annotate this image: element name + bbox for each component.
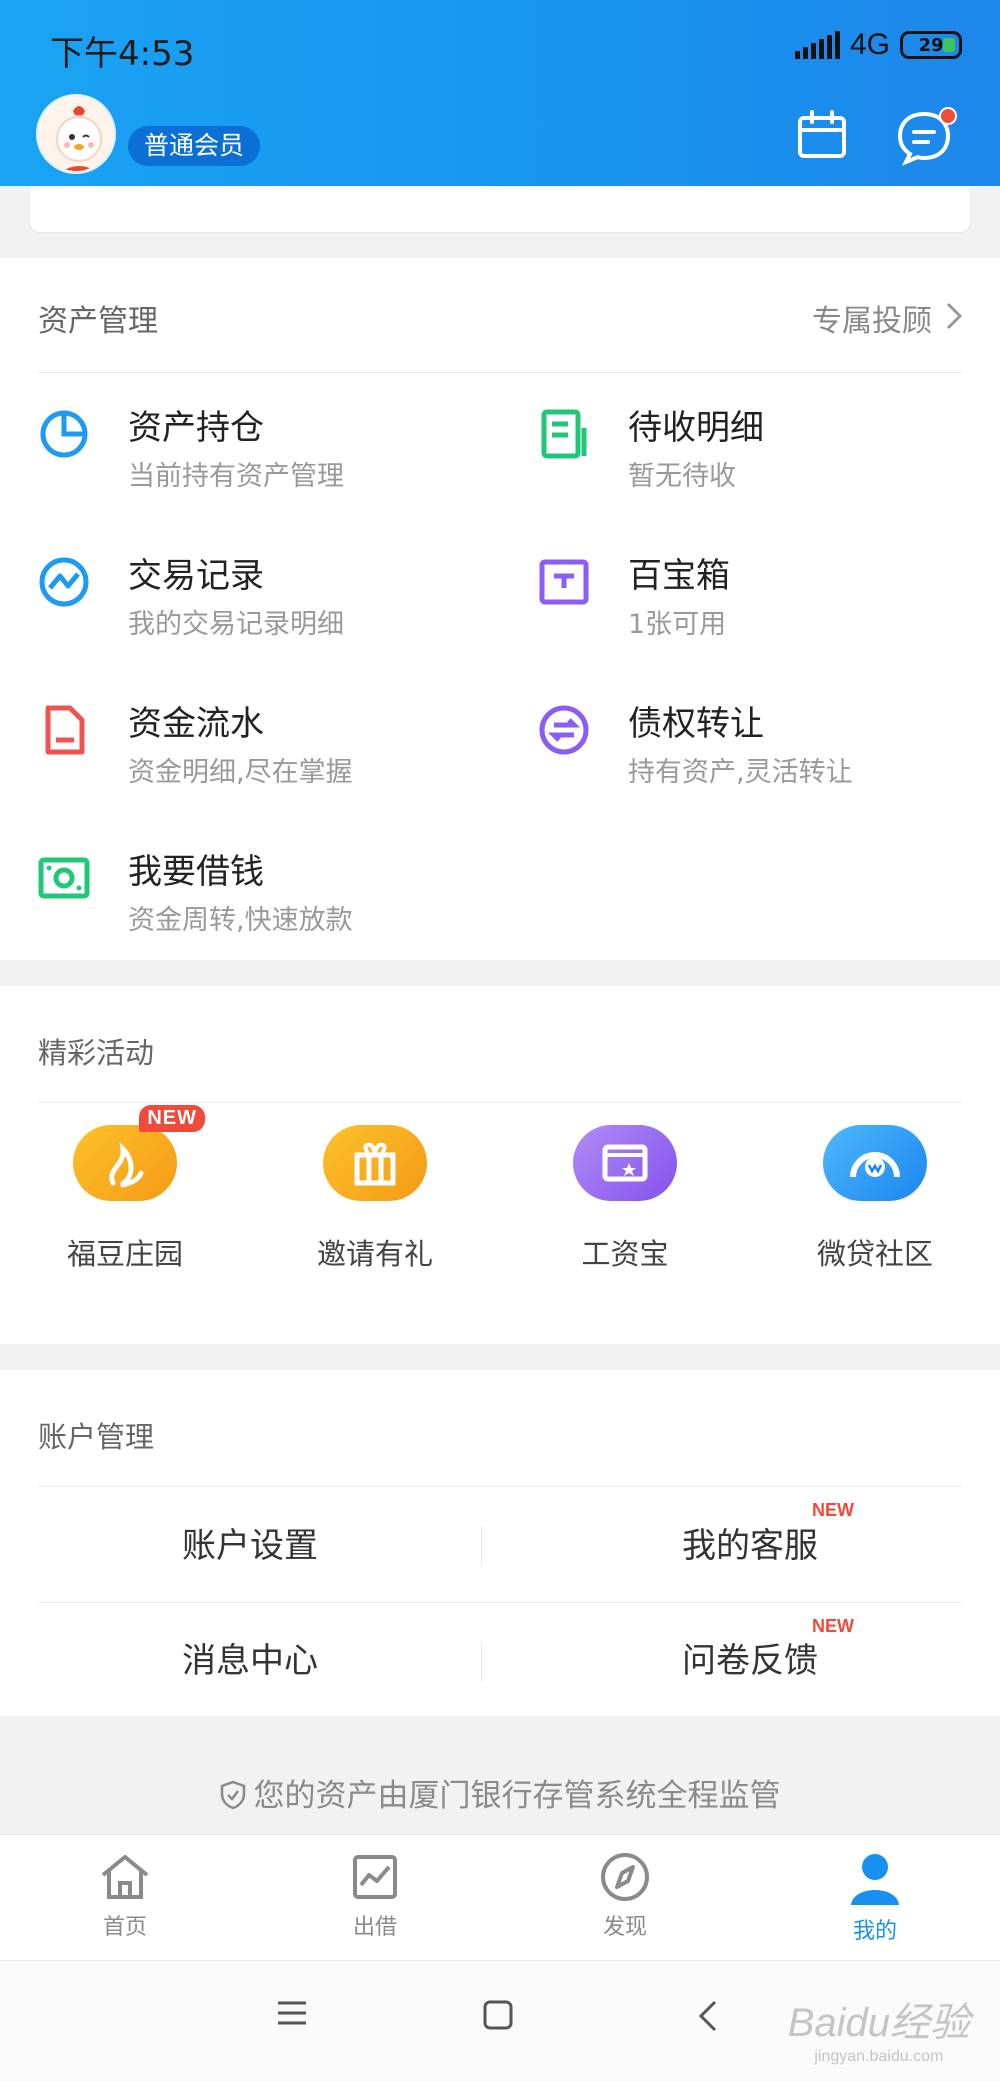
divider (481, 1526, 482, 1566)
asset-item-title: 我要借钱 (128, 852, 264, 892)
tab-invest[interactable]: 出借 (250, 1835, 500, 1961)
member-level-badge[interactable]: 普通会员 (128, 126, 261, 166)
file-icon (38, 704, 90, 756)
status-time: 下午4:53 (50, 34, 195, 74)
compass-icon (601, 1853, 649, 1901)
salary-card-icon (573, 1125, 677, 1201)
asset-item-subtitle: 我的交易记录明细 (128, 609, 344, 640)
summary-card-peek (30, 186, 970, 232)
tab-label: 出借 (352, 1915, 397, 1940)
asset-item-subtitle: 暂无待收 (628, 461, 736, 492)
asset-item-transactions[interactable]: 交易记录 我的交易记录明细 (38, 548, 498, 678)
new-badge: NEW (812, 1616, 854, 1636)
message-center[interactable]: 消息中心 (0, 1603, 500, 1719)
divider (38, 372, 962, 373)
asset-item-subtitle: 持有资产,灵活转让 (628, 757, 853, 788)
asset-item-debt-transfer[interactable]: 债权转让 持有资产,灵活转让 (538, 696, 998, 826)
account-cell-label: 我的客服 (682, 1526, 818, 1566)
watermark-logo: Baidu经验 jingyan.baidu.com (787, 2001, 970, 2065)
chevron-right-icon (946, 302, 963, 334)
transfer-arrows-icon (538, 704, 590, 756)
divider (38, 1102, 962, 1103)
home-icon (101, 1855, 149, 1899)
bean-farm-icon: NEW (73, 1105, 205, 1201)
asset-item-title: 交易记录 (128, 556, 264, 596)
asset-item-title: 资产持仓 (128, 408, 264, 448)
cash-icon (38, 852, 90, 904)
new-badge: NEW (812, 1500, 854, 1520)
divider (481, 1642, 482, 1682)
section-title-account: 账户管理 (38, 1420, 155, 1454)
tab-mine[interactable]: 我的 (750, 1835, 1000, 1961)
bottom-tab-bar: 首页 出借 发现 我的 (0, 1834, 1000, 1960)
asset-item-receivables[interactable]: 待收明细 暂无待收 (538, 400, 998, 530)
home-button-icon[interactable] (482, 1999, 514, 2035)
tab-home[interactable]: 首页 (0, 1835, 250, 1961)
asset-item-subtitle: 资金周转,快速放款 (128, 905, 353, 936)
section-title-activity: 精彩活动 (38, 1036, 155, 1070)
asset-item-holdings[interactable]: 资产持仓 当前持有资产管理 (38, 400, 498, 530)
avatar[interactable] (36, 94, 116, 174)
asset-item-subtitle: 资金明细,尽在掌握 (128, 757, 353, 788)
battery-level: 29 (918, 34, 944, 56)
asset-item-fund-flow[interactable]: 资金流水 资金明细,尽在掌握 (38, 696, 498, 826)
app-header: 下午4:53 4G 29 普通会员 (0, 0, 1000, 186)
activity-label: 邀请有礼 (316, 1237, 433, 1271)
asset-item-title: 债权转让 (628, 704, 764, 744)
shield-check-icon (220, 1780, 246, 1818)
activity-community[interactable]: 微贷社区 (775, 1125, 975, 1273)
new-badge: NEW (139, 1105, 205, 1132)
asset-item-title: 待收明细 (628, 408, 764, 448)
user-icon (851, 1854, 899, 1905)
pie-chart-icon (38, 408, 90, 460)
customer-service[interactable]: 我的客服 (500, 1488, 1000, 1604)
account-cell-label: 消息中心 (182, 1641, 318, 1681)
activity-label: 福豆庄园 (66, 1237, 183, 1271)
activity-label: 工资宝 (581, 1237, 669, 1271)
tab-label: 发现 (602, 1915, 647, 1940)
tab-label: 首页 (102, 1915, 147, 1940)
asset-item-subtitle: 1张可用 (628, 609, 727, 640)
document-list-icon (538, 408, 590, 460)
asset-item-title: 资金流水 (128, 704, 264, 744)
network-type: 4G (849, 28, 890, 61)
account-cell-label: 问卷反馈 (682, 1641, 818, 1681)
signal-icon (794, 31, 840, 59)
back-icon[interactable] (698, 1999, 718, 2037)
tab-label: 我的 (852, 1919, 897, 1944)
asset-item-subtitle: 当前持有资产管理 (128, 461, 344, 492)
tab-discover[interactable]: 发现 (500, 1835, 750, 1961)
account-cell-label: 账户设置 (182, 1526, 318, 1566)
status-indicators: 4G 29 (794, 28, 962, 62)
survey-feedback[interactable]: 问卷反馈 (500, 1603, 1000, 1719)
menu-icon[interactable] (276, 1999, 308, 2031)
section-title-asset: 资产管理 (38, 304, 158, 339)
asset-item-treasure-box[interactable]: 百宝箱 1张可用 (538, 548, 998, 678)
asset-item-title: 百宝箱 (628, 556, 730, 596)
chart-icon (353, 1855, 397, 1899)
activity-bean-farm[interactable]: NEW 福豆庄园 (25, 1105, 225, 1273)
trend-line-icon (38, 556, 90, 608)
divider (38, 1486, 962, 1487)
gift-icon (323, 1125, 427, 1201)
battery-icon: 29 (900, 31, 962, 59)
activity-invite[interactable]: 邀请有礼 (275, 1125, 475, 1273)
advisor-link[interactable]: 专属投顾 (812, 296, 963, 340)
activity-salary[interactable]: 工资宝 (525, 1125, 725, 1273)
asset-item-borrow[interactable]: 我要借钱 资金周转,快速放款 (38, 844, 498, 974)
coupon-box-icon (538, 556, 590, 608)
activity-label: 微贷社区 (816, 1237, 933, 1271)
account-settings[interactable]: 账户设置 (0, 1488, 500, 1604)
custody-notice: 您的资产由厦门银行存管系统全程监管 (0, 1770, 1000, 1818)
community-icon (823, 1125, 927, 1201)
advisor-link-label: 专属投顾 (812, 304, 932, 339)
calendar-icon[interactable] (792, 106, 852, 166)
message-icon[interactable] (894, 106, 957, 166)
custody-notice-text: 您的资产由厦门银行存管系统全程监管 (253, 1778, 781, 1814)
